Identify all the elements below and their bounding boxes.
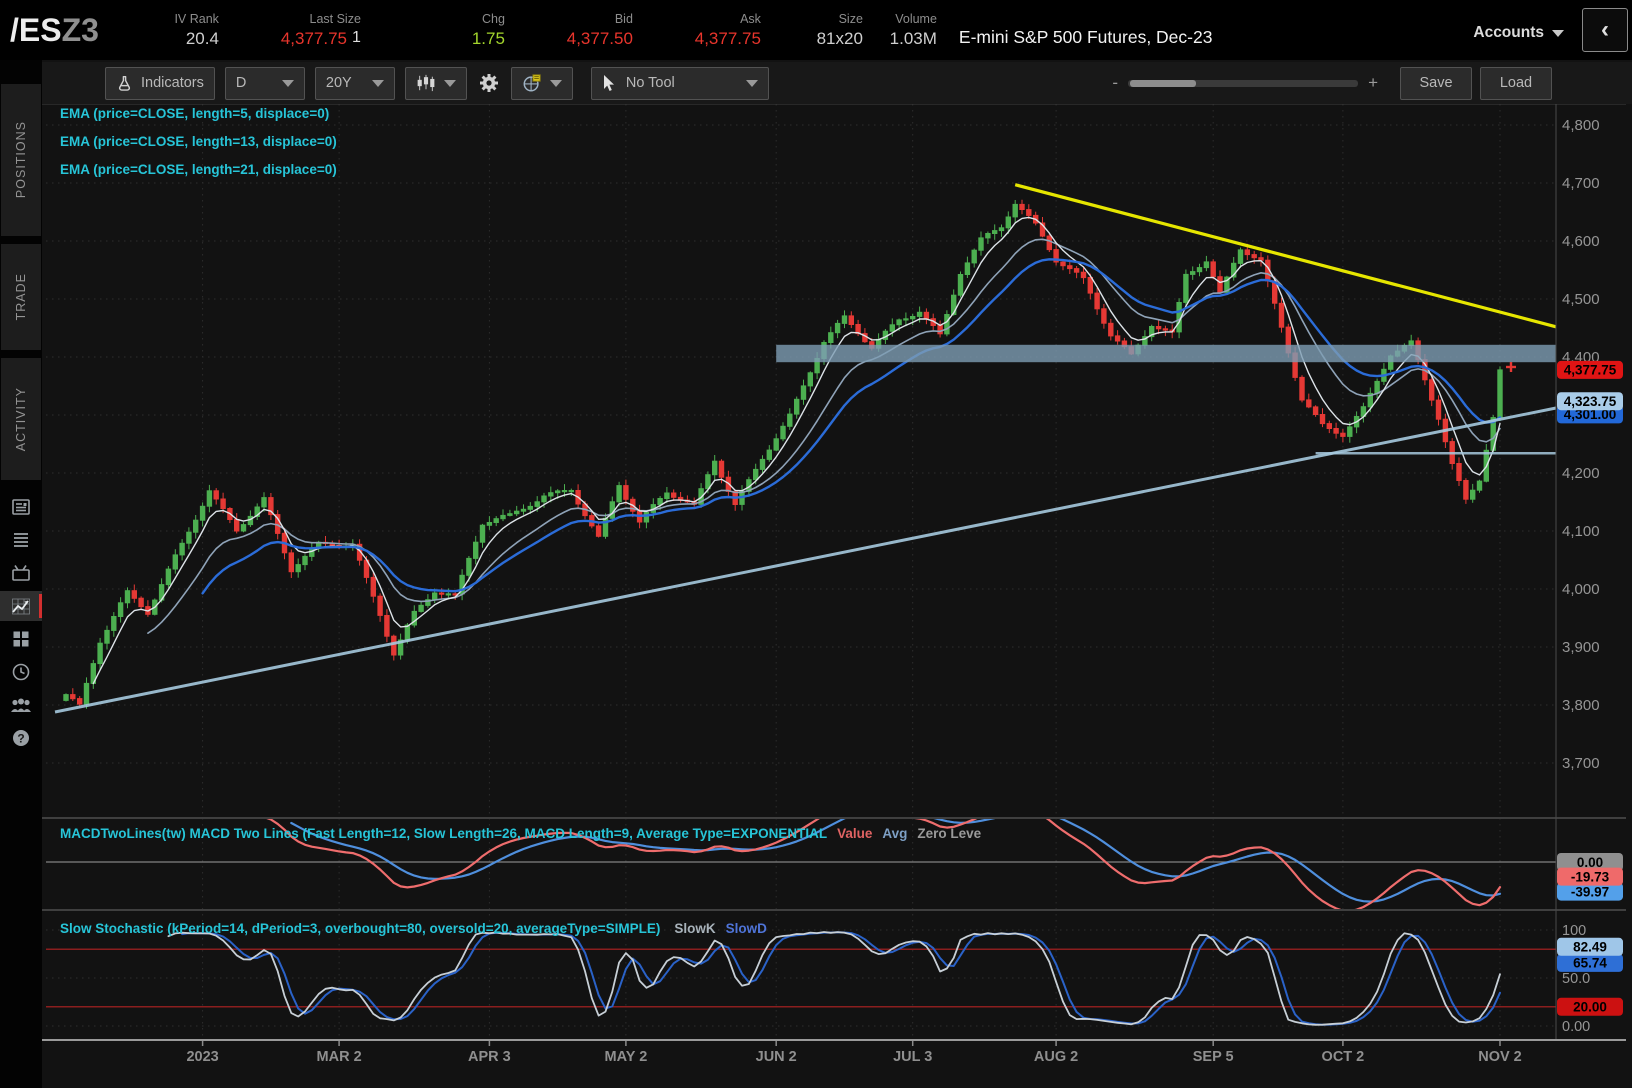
chart-svg[interactable]: 3,7003,8003,9004,0004,1004,2004,3004,400… (42, 60, 1632, 1088)
accounts-dropdown[interactable]: Accounts (1473, 24, 1564, 42)
symbol-ticker[interactable]: /ESZ3 (10, 12, 99, 49)
svg-text:50.0: 50.0 (1562, 971, 1590, 987)
svg-text:3,900: 3,900 (1562, 639, 1600, 656)
svg-text:4,100: 4,100 (1562, 523, 1600, 540)
svg-text:100: 100 (1562, 923, 1586, 939)
range-dropdown[interactable]: 20Y (314, 66, 395, 100)
tv-icon[interactable] (0, 558, 42, 588)
active-tool-dropdown[interactable]: No Tool (590, 66, 769, 100)
svg-text:4,323.75: 4,323.75 (1564, 394, 1617, 409)
svg-text:APR 3: APR 3 (468, 1049, 511, 1065)
svg-text:AUG 2: AUG 2 (1034, 1049, 1078, 1065)
zoom-thumb[interactable] (1130, 79, 1197, 87)
svg-text:4,700: 4,700 (1562, 175, 1600, 192)
svg-text:4,000: 4,000 (1562, 581, 1600, 598)
chevron-down-icon (443, 79, 456, 87)
quotes-list-icon[interactable] (0, 525, 42, 555)
chevron-down-icon (281, 79, 294, 87)
svg-text:SEP 5: SEP 5 (1193, 1049, 1234, 1065)
save-button[interactable]: Save (1400, 66, 1472, 100)
indicators-button[interactable]: Indicators (105, 66, 215, 100)
drawing-set-icon (523, 74, 541, 92)
gear-icon (479, 74, 498, 92)
help-icon[interactable]: ? (0, 723, 42, 753)
svg-text:-39.97: -39.97 (1571, 884, 1609, 899)
cursor-icon (603, 74, 614, 91)
chart-settings-button[interactable] (477, 71, 501, 95)
svg-text:JUL 3: JUL 3 (893, 1049, 932, 1065)
chevron-down-icon (1552, 29, 1564, 37)
svg-text:MAY 2: MAY 2 (605, 1049, 648, 1065)
sidebar-tab-positions[interactable]: POSITIONS (1, 84, 41, 236)
svg-text:MAR 2: MAR 2 (317, 1049, 362, 1065)
chart-toolbar: Indicators D 20Y No Tool - + Save Load (42, 62, 1632, 104)
symbol-suffix: Z3 (61, 11, 99, 48)
svg-text:2023: 2023 (186, 1049, 218, 1065)
stat-bid: Bid 4,377.50 (566, 11, 633, 48)
svg-text:-19.73: -19.73 (1571, 869, 1610, 884)
chevron-down-icon (371, 79, 384, 87)
svg-text:4,600: 4,600 (1562, 233, 1600, 250)
stat-last-size: Last Size 4,377.75 1 (280, 11, 361, 48)
svg-text:3,700: 3,700 (1562, 755, 1600, 772)
svg-text:0.00: 0.00 (1577, 855, 1603, 870)
svg-text:4,377.75: 4,377.75 (1564, 363, 1617, 378)
zoom-slider[interactable]: - + (1112, 73, 1378, 93)
svg-text:65.74: 65.74 (1573, 956, 1607, 971)
instrument-description: E-mini S&P 500 Futures, Dec-23 (958, 26, 1213, 47)
svg-text:4,500: 4,500 (1562, 291, 1600, 308)
zoom-out-label[interactable]: - (1112, 73, 1118, 93)
stat-iv-rank: IV Rank 20.4 (174, 11, 219, 48)
svg-text:?: ? (17, 732, 24, 746)
grid-icon[interactable] (0, 624, 42, 654)
timeframe-dropdown[interactable]: D (224, 66, 305, 100)
quote-header: /ESZ3 IV Rank 20.4 Last Size 4,377.75 1 C… (0, 0, 1632, 60)
svg-text:4,800: 4,800 (1562, 117, 1600, 134)
history-clock-icon[interactable] (0, 657, 42, 687)
trading-platform: /ESZ3 IV Rank 20.4 Last Size 4,377.75 1 C… (0, 0, 1632, 1088)
flask-icon (118, 75, 131, 91)
stat-size: Size 81x20 (816, 11, 863, 48)
svg-text:20.00: 20.00 (1573, 1000, 1607, 1015)
stat-volume: Volume 1.03M (889, 11, 937, 48)
svg-text:OCT 2: OCT 2 (1322, 1049, 1365, 1065)
svg-text:NOV 2: NOV 2 (1478, 1049, 1522, 1065)
zoom-in-label[interactable]: + (1368, 73, 1378, 93)
chart-grid-icon[interactable] (0, 591, 42, 621)
candlestick-style-icon (417, 74, 435, 92)
drawing-tools-dropdown[interactable] (510, 66, 573, 100)
svg-text:4,200: 4,200 (1562, 465, 1600, 482)
svg-text:3,800: 3,800 (1562, 697, 1600, 714)
chevron-down-icon (549, 79, 562, 87)
load-button[interactable]: Load (1480, 66, 1552, 100)
zoom-track[interactable] (1128, 79, 1359, 87)
chevron-down-icon (745, 79, 758, 87)
svg-text:82.49: 82.49 (1573, 940, 1607, 955)
sidebar-tab-trade[interactable]: TRADE (1, 244, 41, 350)
price-chart-canvas[interactable]: 3,7003,8003,9004,0004,1004,2004,3004,400… (42, 60, 1632, 1088)
last-size-qty: 1 (352, 28, 361, 46)
stat-ask: Ask 4,377.75 (694, 11, 761, 48)
news-icon[interactable] (0, 492, 42, 522)
chart-style-dropdown[interactable] (404, 66, 467, 100)
people-icon[interactable] (0, 690, 42, 720)
stat-chg: Chg 1.75 (471, 11, 505, 48)
collapse-panel-button[interactable]: ‹ (1582, 8, 1628, 52)
svg-text:0.00: 0.00 (1562, 1019, 1590, 1035)
left-sidebar: POSITIONS TRADE ACTIVITY ? (0, 60, 42, 1088)
sidebar-tab-activity[interactable]: ACTIVITY (1, 358, 41, 480)
svg-text:JUN 2: JUN 2 (756, 1049, 797, 1065)
